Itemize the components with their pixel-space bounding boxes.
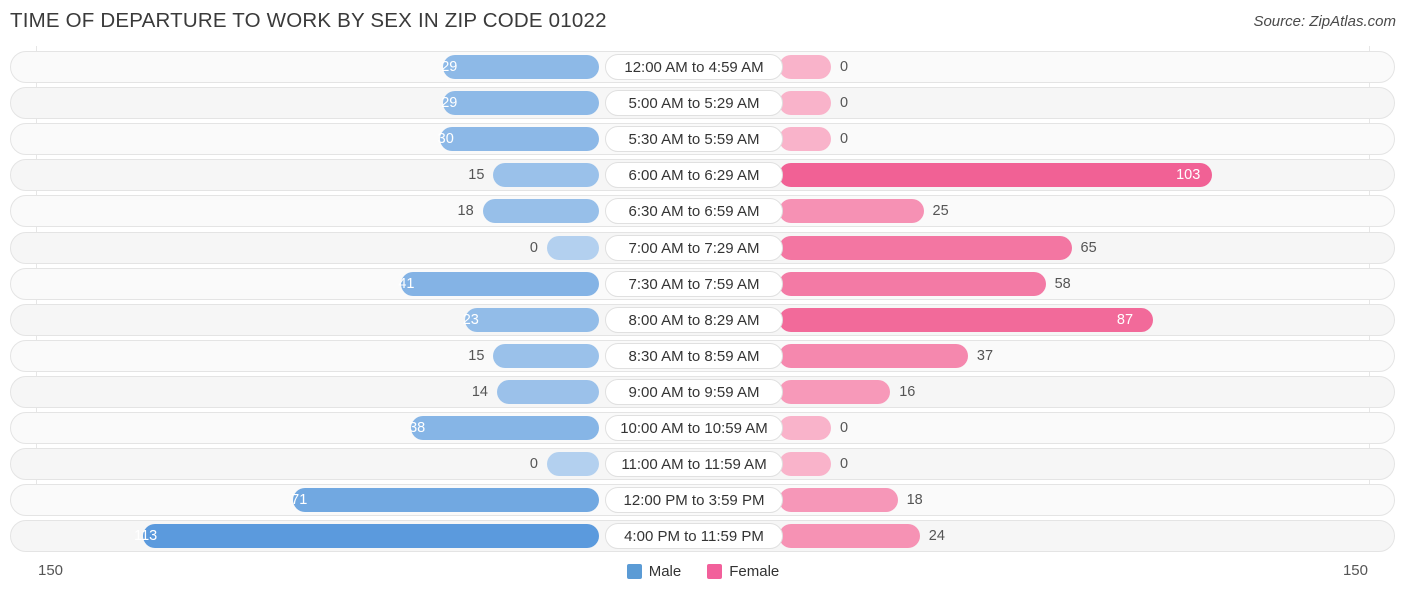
bar-male[interactable]	[439, 127, 599, 152]
bar-female[interactable]	[779, 163, 1213, 188]
bar-female[interactable]	[779, 307, 1153, 332]
bar-male[interactable]	[400, 271, 599, 296]
table-row[interactable]: 0 11:00 AM to 11:59 AM 0	[10, 448, 1395, 481]
bar-value-female: 16	[899, 383, 916, 400]
legend-item-female[interactable]: Female	[707, 563, 779, 580]
bar-value-female: 0	[840, 131, 849, 148]
bar-value-male: 15	[468, 167, 485, 184]
chart-container: TIME OF DEPARTURE TO WORK BY SEX IN ZIP …	[0, 0, 1406, 595]
bar-male[interactable]	[547, 452, 599, 477]
bar-value-male: 29	[441, 95, 458, 112]
bar-value-female: 103	[1176, 167, 1201, 184]
table-row[interactable]: 23 8:00 AM to 8:29 AM 87	[10, 303, 1395, 336]
table-row[interactable]: 18 6:30 AM to 6:59 AM 25	[10, 195, 1395, 228]
table-row[interactable]: 29 5:00 AM to 5:29 AM 0	[10, 87, 1395, 120]
bar-male[interactable]	[143, 524, 599, 549]
table-row[interactable]: 15 8:30 AM to 8:59 AM 37	[10, 339, 1395, 372]
bar-female[interactable]	[779, 271, 1046, 296]
bar-female[interactable]	[779, 524, 920, 549]
table-row[interactable]: 71 12:00 PM to 3:59 PM 18	[10, 484, 1395, 517]
bar-value-female: 24	[928, 528, 945, 545]
bar-value-female: 0	[840, 420, 849, 436]
legend-label: Male	[648, 563, 682, 580]
bar-male[interactable]	[464, 307, 599, 332]
category-label: 8:30 AM to 8:59 AM	[605, 342, 783, 369]
bar-value-male: 14	[471, 383, 488, 400]
table-row[interactable]: 15 6:00 AM to 6:29 AM 103	[10, 159, 1395, 192]
bar-value-female: 65	[1080, 239, 1097, 256]
bar-female[interactable]	[779, 55, 831, 79]
bar-female[interactable]	[779, 235, 1072, 260]
legend-swatch-icon	[626, 564, 642, 579]
chart-plot-area: 29 12:00 AM to 4:59 AM 0 29 5:00 AM to 5:29 …	[0, 46, 1406, 554]
category-label: 10:00 AM to 10:59 AM	[605, 415, 783, 441]
bar-value-female: 0	[840, 95, 849, 112]
bar-value-female: 0	[840, 59, 849, 75]
category-label: 4:00 PM to 11:59 PM	[605, 523, 783, 550]
bar-female[interactable]	[779, 343, 968, 368]
bar-value-male: 113	[134, 528, 158, 545]
chart-footer: 150 150 Male Female	[0, 554, 1406, 595]
legend-item-male[interactable]: Male	[626, 563, 682, 580]
table-row[interactable]: 38 10:00 AM to 10:59 AM 0	[10, 412, 1395, 444]
table-row[interactable]: 14 9:00 AM to 9:59 AM 16	[10, 375, 1395, 408]
bar-female[interactable]	[779, 127, 831, 152]
category-label: 6:00 AM to 6:29 AM	[605, 162, 783, 189]
table-row[interactable]: 30 5:30 AM to 5:59 AM 0	[10, 123, 1395, 156]
bar-value-male: 0	[529, 239, 538, 256]
bar-male[interactable]	[293, 488, 599, 513]
bar-value-male: 38	[409, 420, 426, 436]
bar-value-male: 71	[291, 492, 308, 509]
bar-value-female: 0	[840, 456, 849, 473]
category-label: 7:00 AM to 7:29 AM	[605, 234, 783, 261]
bar-value-male: 41	[398, 275, 415, 292]
bar-male[interactable]	[493, 163, 599, 188]
bar-value-male: 30	[437, 131, 454, 148]
category-label: 12:00 AM to 4:59 AM	[605, 54, 783, 80]
category-label: 8:00 AM to 8:29 AM	[605, 306, 783, 333]
chart-header: TIME OF DEPARTURE TO WORK BY SEX IN ZIP …	[0, 0, 1406, 46]
bar-value-male: 0	[529, 456, 538, 473]
bar-female[interactable]	[779, 416, 831, 440]
bar-value-male: 15	[468, 347, 485, 364]
bar-value-female: 87	[1116, 311, 1134, 328]
bar-male[interactable]	[496, 379, 599, 404]
table-row[interactable]: 29 12:00 AM to 4:59 AM 0	[10, 51, 1395, 83]
bar-male[interactable]	[443, 91, 599, 116]
category-label: 9:00 AM to 9:59 AM	[605, 378, 783, 405]
table-row[interactable]: 0 7:00 AM to 7:29 AM 65	[10, 231, 1395, 264]
category-label: 11:00 AM to 11:59 AM	[605, 451, 783, 478]
page-title: TIME OF DEPARTURE TO WORK BY SEX IN ZIP …	[10, 9, 607, 32]
bar-value-female: 37	[976, 347, 994, 364]
legend-swatch-icon	[707, 564, 723, 579]
category-label: 7:30 AM to 7:59 AM	[605, 270, 783, 297]
category-label: 6:30 AM to 6:59 AM	[605, 198, 783, 225]
bar-female[interactable]	[779, 452, 831, 477]
bar-male[interactable]	[411, 416, 599, 440]
bar-value-female: 58	[1054, 275, 1071, 292]
category-label: 5:00 AM to 5:29 AM	[605, 90, 783, 117]
bar-value-male: 29	[441, 59, 458, 75]
bar-value-male: 18	[457, 203, 474, 220]
bar-female[interactable]	[779, 199, 924, 224]
bar-value-male: 23	[462, 311, 479, 328]
bar-male[interactable]	[482, 199, 599, 224]
bar-male[interactable]	[547, 235, 599, 260]
source-attribution: Source: ZipAtlas.com	[1253, 13, 1396, 30]
chart-legend: Male Female	[0, 563, 1406, 580]
bar-value-female: 25	[932, 203, 949, 220]
table-row[interactable]: 113 4:00 PM to 11:59 PM 24	[10, 520, 1395, 553]
bar-female[interactable]	[779, 91, 831, 116]
bar-value-female: 18	[906, 492, 923, 509]
table-row[interactable]: 41 7:30 AM to 7:59 AM 58	[10, 267, 1395, 300]
bar-female[interactable]	[779, 488, 898, 513]
bar-male[interactable]	[443, 55, 599, 79]
category-label: 5:30 AM to 5:59 AM	[605, 126, 783, 153]
bar-male[interactable]	[493, 343, 599, 368]
legend-label: Female	[729, 563, 780, 580]
category-label: 12:00 PM to 3:59 PM	[605, 487, 783, 514]
bar-female[interactable]	[779, 379, 891, 404]
